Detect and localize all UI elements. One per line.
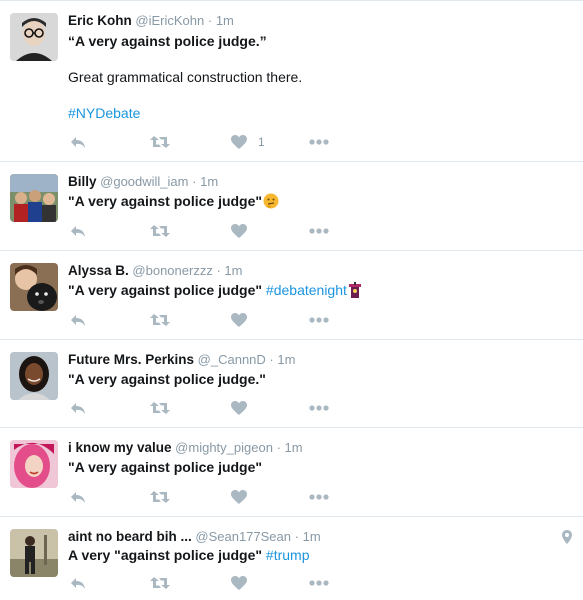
reply-icon[interactable]: [68, 132, 88, 152]
hashtag-link[interactable]: #debatenight: [266, 282, 347, 298]
tweet-header: Eric Kohn @iEricKohn · 1m: [68, 13, 234, 29]
tweet-text-line: Great grammatical construction there.: [68, 69, 303, 85]
timestamp[interactable]: 1m: [277, 352, 295, 367]
retweet-icon[interactable]: [149, 310, 171, 330]
more-dots-icon[interactable]: [308, 221, 330, 241]
tweet[interactable]: i know my value @mighty_pigeon · 1m "A v…: [0, 428, 583, 517]
podium-emoji: [348, 282, 362, 302]
like-count[interactable]: 1: [258, 135, 265, 149]
timestamp[interactable]: 1m: [200, 174, 218, 189]
more-dots-icon[interactable]: [308, 573, 330, 593]
tweet-feed: Eric Kohn @iEricKohn · 1m “A very agains…: [0, 0, 583, 599]
tweet-header: Alyssa B. @bononerzzz · 1m: [68, 263, 242, 279]
tweet-text: “A very against police judge.”: [68, 33, 267, 49]
reply-icon[interactable]: [68, 221, 88, 241]
more-dots-icon[interactable]: [308, 310, 330, 330]
heart-icon[interactable]: [230, 573, 248, 593]
user-handle[interactable]: @iEricKohn: [135, 13, 204, 28]
reply-icon[interactable]: [68, 398, 88, 418]
reply-icon[interactable]: [68, 310, 88, 330]
retweet-icon[interactable]: [149, 132, 171, 152]
user-handle[interactable]: @mighty_pigeon: [175, 440, 273, 455]
avatar[interactable]: [10, 440, 58, 488]
tweet-text: "A very against police judge": [68, 193, 263, 209]
tweet[interactable]: Future Mrs. Perkins @_CannnD · 1m "A ver…: [0, 340, 583, 428]
user-name[interactable]: i know my value: [68, 440, 172, 455]
more-dots-icon[interactable]: [308, 132, 330, 152]
timestamp[interactable]: 1m: [216, 13, 234, 28]
tweet-text-row: A very "against police judge" #trump: [68, 546, 310, 564]
user-handle[interactable]: @_CannnD: [198, 352, 266, 367]
tweet-header: Billy @goodwill_iam · 1m: [68, 174, 218, 190]
heart-icon[interactable]: [230, 487, 248, 507]
heart-icon[interactable]: [230, 398, 248, 418]
timestamp[interactable]: 1m: [285, 440, 303, 455]
tweet[interactable]: aint no beard bih ... @Sean177Sean · 1m …: [0, 517, 583, 600]
retweet-icon[interactable]: [149, 221, 171, 241]
person-outdoors-avatar: [10, 529, 58, 577]
tweet-header: i know my value @mighty_pigeon · 1m: [68, 440, 303, 456]
user-handle[interactable]: @Sean177Sean: [195, 529, 291, 544]
avatar[interactable]: [10, 529, 58, 577]
avatar[interactable]: [10, 174, 58, 222]
timestamp[interactable]: 1m: [224, 263, 242, 278]
user-name[interactable]: Eric Kohn: [68, 13, 132, 28]
user-name[interactable]: Alyssa B.: [68, 263, 129, 278]
woman-portrait-avatar: [10, 352, 58, 400]
user-name[interactable]: Billy: [68, 174, 97, 189]
tweet-text: A very "against police judge": [68, 547, 263, 563]
more-dots-icon[interactable]: [308, 487, 330, 507]
tweet[interactable]: Billy @goodwill_iam · 1m "A very against…: [0, 162, 583, 251]
separator: ·: [276, 440, 281, 455]
avatar[interactable]: [10, 352, 58, 400]
separator: ·: [269, 352, 274, 367]
tweet[interactable]: Eric Kohn @iEricKohn · 1m “A very agains…: [0, 1, 583, 162]
more-dots-icon[interactable]: [308, 398, 330, 418]
tweet[interactable]: Alyssa B. @bononerzzz · 1m "A very again…: [0, 251, 583, 340]
man-with-glasses-avatar: [10, 13, 58, 61]
heart-icon[interactable]: [230, 310, 248, 330]
user-handle[interactable]: @bononerzzz: [132, 263, 212, 278]
tweet-text: "A very against police judge": [68, 282, 263, 298]
hashtag-link[interactable]: #trump: [266, 547, 310, 563]
tweet-text-row: "A very against police judge" #debatenig…: [68, 281, 362, 302]
tweet-header: aint no beard bih ... @Sean177Sean · 1m: [68, 529, 321, 545]
selfie-with-dog-avatar: [10, 263, 58, 311]
tweet-header: Future Mrs. Perkins @_CannnD · 1m: [68, 352, 295, 368]
retweet-icon[interactable]: [149, 487, 171, 507]
heart-icon[interactable]: [230, 132, 248, 152]
heart-icon[interactable]: [230, 221, 248, 241]
pink-hair-avatar: [10, 440, 58, 488]
separator: ·: [216, 263, 221, 278]
user-name[interactable]: aint no beard bih ...: [68, 529, 192, 544]
tweet-text-row: "A very against police judge": [68, 192, 279, 213]
reply-icon[interactable]: [68, 573, 88, 593]
avatar[interactable]: [10, 263, 58, 311]
avatar[interactable]: [10, 13, 58, 61]
retweet-icon[interactable]: [149, 398, 171, 418]
reply-icon[interactable]: [68, 487, 88, 507]
separator: ·: [207, 13, 213, 28]
hashtag-link[interactable]: #NYDebate: [68, 105, 140, 121]
retweet-icon[interactable]: [149, 573, 171, 593]
timestamp[interactable]: 1m: [303, 529, 321, 544]
user-handle[interactable]: @goodwill_iam: [100, 174, 188, 189]
separator: ·: [294, 529, 299, 544]
tweet-text: "A very against police judge.": [68, 371, 266, 387]
separator: ·: [192, 174, 197, 189]
tweet-text: "A very against police judge": [68, 459, 263, 475]
thinking-face-emoji: [263, 193, 279, 213]
location-pin-icon[interactable]: [561, 529, 573, 550]
user-name[interactable]: Future Mrs. Perkins: [68, 352, 194, 367]
group-photo-avatar: [10, 174, 58, 222]
